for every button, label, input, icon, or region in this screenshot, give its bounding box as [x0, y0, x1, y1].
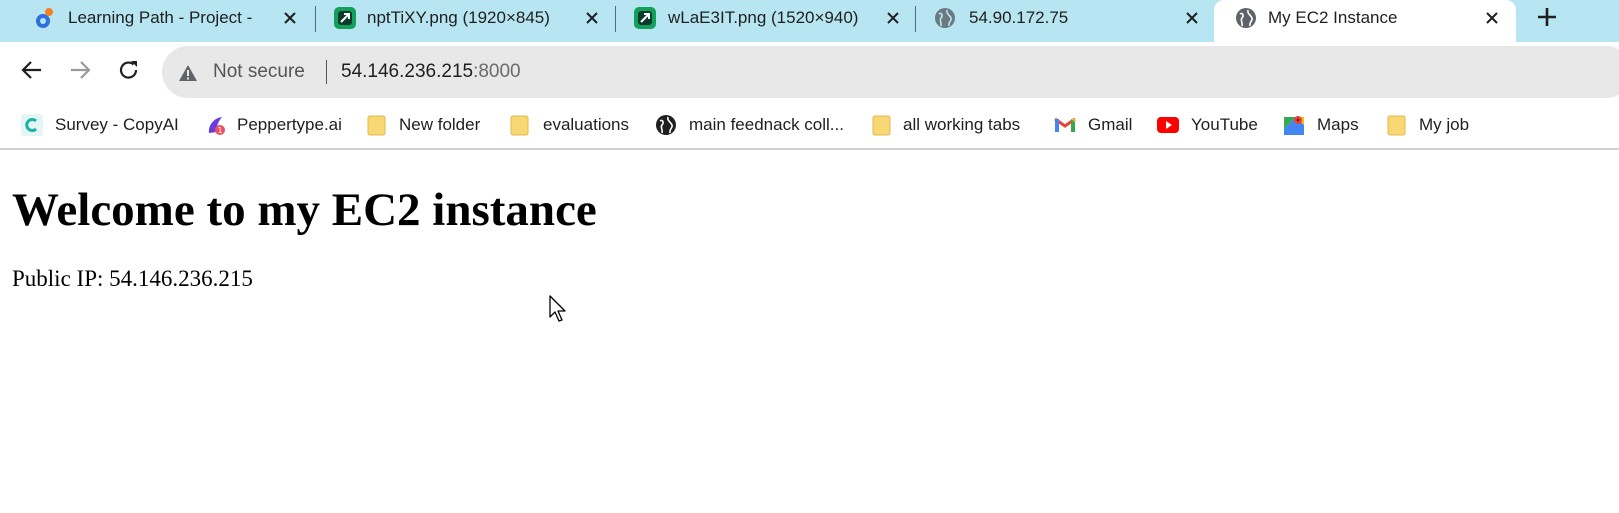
bookmark-gmail[interactable]: Gmail: [1053, 112, 1143, 138]
close-icon[interactable]: [582, 8, 602, 28]
tab-title: Learning Path - Project -: [68, 8, 253, 27]
bookmark-my-job[interactable]: My job: [1385, 112, 1475, 138]
url-host: 54.146.236.215: [341, 61, 474, 82]
bookmark-label: Peppertype.ai: [237, 115, 342, 134]
bookmark-evaluations[interactable]: evaluations: [508, 112, 633, 138]
folder-icon: [870, 113, 894, 137]
close-icon[interactable]: [883, 8, 903, 28]
reload-icon: [118, 59, 140, 86]
address-bar[interactable]: Not secure 54.146.236.215:8000: [162, 46, 1619, 98]
youtube-icon: [1156, 113, 1180, 137]
page-heading: Welcome to my EC2 instance: [12, 184, 597, 236]
globe-icon: [933, 6, 957, 30]
bookmark-label: Maps: [1317, 115, 1359, 134]
reload-button[interactable]: [114, 57, 144, 87]
bookmark-all-working-tabs[interactable]: all working tabs: [870, 112, 1035, 138]
project-app-icon: [32, 6, 56, 30]
url-port: :8000: [473, 61, 521, 82]
peppertype-icon: 1: [205, 113, 229, 137]
close-icon[interactable]: [280, 8, 300, 28]
gmail-icon: [1053, 113, 1077, 137]
page-content: Welcome to my EC2 instance Public IP: 54…: [0, 152, 1619, 513]
tab-title: My EC2 Instance: [1268, 8, 1398, 27]
bookmark-new-folder[interactable]: New folder: [365, 112, 490, 138]
omnibox-divider: [326, 60, 327, 84]
copyai-icon: [20, 113, 44, 137]
tab-title: nptTiXY.png (1920×845): [367, 8, 550, 27]
bookmark-youtube[interactable]: YouTube: [1156, 112, 1266, 138]
new-tab-button[interactable]: [1530, 4, 1564, 34]
url-text[interactable]: 54.146.236.215:8000: [341, 60, 521, 84]
warning-icon[interactable]: [178, 63, 198, 83]
globe-icon: [1234, 6, 1258, 30]
close-icon[interactable]: [1482, 8, 1502, 28]
tab-learning-path[interactable]: Learning Path - Project -: [12, 0, 312, 42]
image-viewer-icon: [633, 6, 657, 30]
bookmark-main-feedback[interactable]: main feednack coll...: [654, 112, 854, 138]
globe-icon: [654, 113, 678, 137]
tab-title: wLaE3IT.png (1520×940): [668, 8, 859, 27]
bookmarks-bar: Survey - CopyAI 1 Peppertype.ai New fold…: [0, 102, 1619, 150]
tab-strip: Learning Path - Project - nptTiXY.png (1…: [0, 0, 1619, 42]
tab-separator: [915, 6, 916, 32]
tab-title: 54.90.172.75: [969, 8, 1069, 27]
folder-icon: [508, 113, 532, 137]
bookmark-label: evaluations: [543, 115, 630, 134]
bookmark-maps[interactable]: Maps: [1282, 112, 1367, 138]
bookmark-survey-copyai[interactable]: Survey - CopyAI: [20, 112, 185, 138]
bookmark-label: YouTube: [1191, 115, 1258, 134]
bookmark-label: all working tabs: [903, 115, 1021, 134]
tab-separator: [615, 6, 616, 32]
forward-button[interactable]: [65, 57, 95, 87]
svg-text:1: 1: [217, 126, 222, 135]
tab-separator: [315, 6, 316, 32]
browser-toolbar: Not secure 54.146.236.215:8000: [0, 42, 1619, 102]
folder-icon: [365, 113, 389, 137]
bookmark-peppertype[interactable]: 1 Peppertype.ai: [205, 112, 350, 138]
tab-wlae3it[interactable]: wLaE3IT.png (1520×940): [617, 0, 912, 42]
image-viewer-icon: [333, 6, 357, 30]
bookmark-label: Gmail: [1088, 115, 1133, 134]
tab-ip-54-90-172-75[interactable]: 54.90.172.75: [917, 0, 1212, 42]
arrow-right-icon: [69, 59, 91, 86]
tab-npttixy[interactable]: nptTiXY.png (1920×845): [317, 0, 607, 42]
maps-icon: [1282, 113, 1306, 137]
mouse-cursor-icon: [549, 295, 569, 323]
bookmark-label: main feednack coll...: [689, 115, 844, 134]
bookmark-label: My job: [1419, 115, 1470, 134]
close-icon[interactable]: [1182, 8, 1202, 28]
back-button[interactable]: [17, 57, 47, 87]
arrow-left-icon: [21, 59, 43, 86]
folder-icon: [1385, 113, 1409, 137]
security-status-label[interactable]: Not secure: [213, 60, 305, 84]
tab-my-ec2-instance[interactable]: My EC2 Instance: [1214, 0, 1516, 42]
public-ip-text: Public IP: 54.146.236.215: [12, 266, 253, 291]
plus-icon: [1537, 7, 1557, 32]
bookmark-label: New folder: [399, 115, 481, 134]
bookmark-label: Survey - CopyAI: [55, 115, 179, 134]
